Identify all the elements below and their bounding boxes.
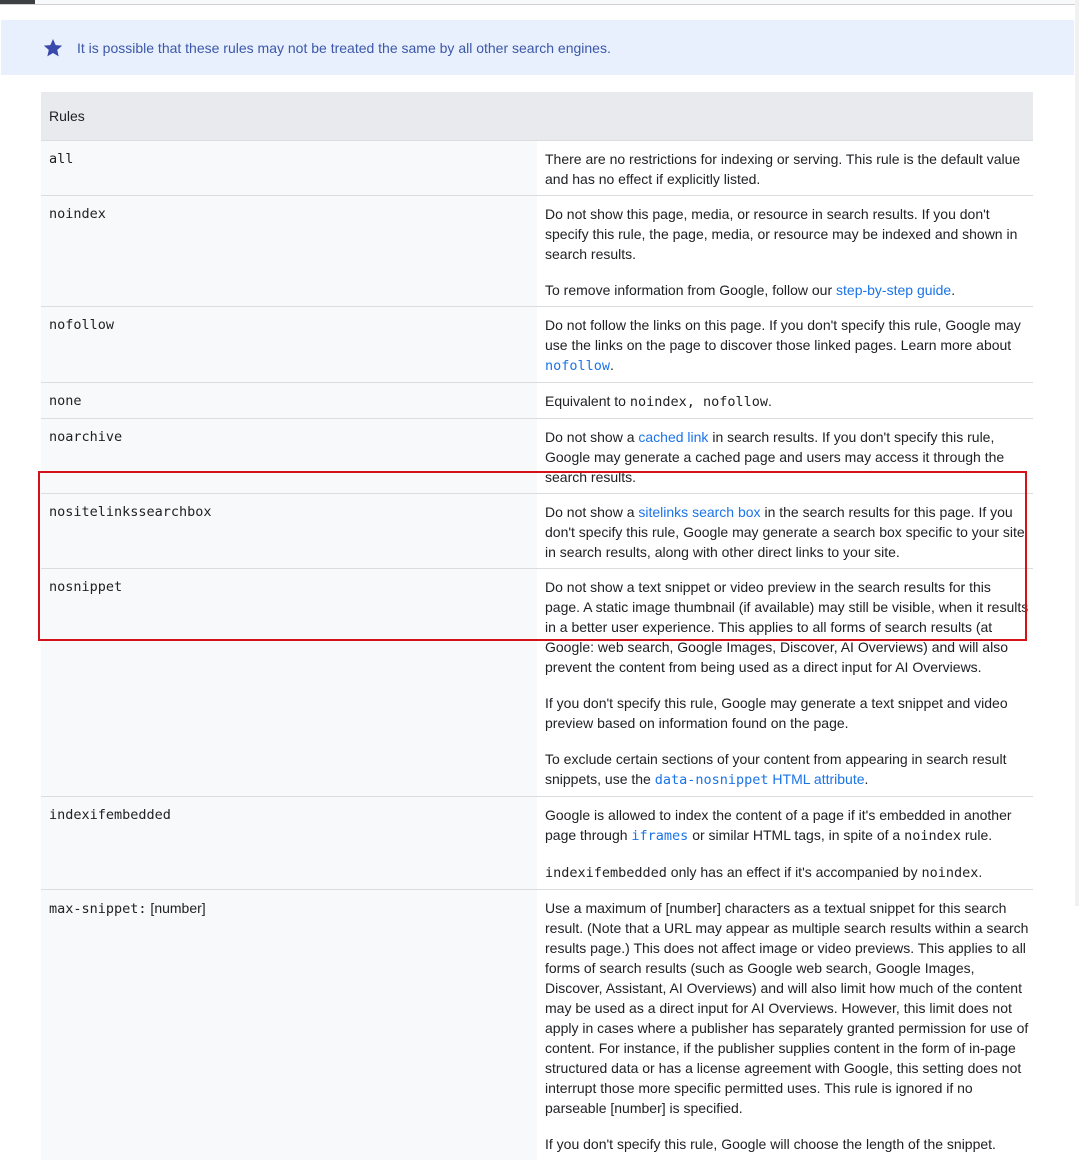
top-bar <box>0 0 1075 5</box>
table-row: nofollow Do not follow the links on this… <box>41 307 1033 383</box>
inline-code: indexifembedded <box>545 865 667 881</box>
sitelinks-search-box-link[interactable]: sitelinks search box <box>638 504 760 520</box>
table-row: noarchive Do not show a cached link in s… <box>41 419 1033 494</box>
rule-name: max-snippet: [number] <box>41 890 537 1160</box>
description-paragraph: Do not show a text snippet or video prev… <box>545 577 1029 677</box>
rule-description: Google is allowed to index the content o… <box>537 797 1033 890</box>
rule-description: Use a maximum of [number] characters as … <box>537 890 1033 1160</box>
description-paragraph: If you don't specify this rule, Google m… <box>545 693 1029 733</box>
iframes-link[interactable]: iframes <box>631 828 688 844</box>
inline-code: noindex, nofollow <box>630 394 768 410</box>
scrollbar[interactable] <box>1075 0 1079 906</box>
description-paragraph: Google is allowed to index the content o… <box>545 805 1029 846</box>
cached-link-link[interactable]: cached link <box>638 429 708 445</box>
table-row: nositelinkssearchbox Do not show a sitel… <box>41 494 1033 569</box>
table-header: Rules <box>41 92 1033 141</box>
active-tab-indicator <box>0 0 35 4</box>
rule-description: Do not show this page, media, or resourc… <box>537 196 1033 307</box>
rule-description: Do not show a text snippet or video prev… <box>537 569 1033 797</box>
rule-name: nosnippet <box>41 569 537 797</box>
rule-description: Do not follow the links on this page. If… <box>537 307 1033 383</box>
table-row: max-snippet: [number] Use a maximum of [… <box>41 890 1033 1160</box>
inline-code: noindex <box>904 828 961 844</box>
description-paragraph: Do not show this page, media, or resourc… <box>545 204 1029 264</box>
rule-name: nofollow <box>41 307 537 383</box>
rule-description: Do not show a sitelinks search box in th… <box>537 494 1033 569</box>
rule-name: all <box>41 141 537 196</box>
step-by-step-guide-link[interactable]: step-by-step guide <box>836 282 951 298</box>
nofollow-link[interactable]: nofollow <box>545 358 610 374</box>
rule-description: Do not show a cached link in search resu… <box>537 419 1033 494</box>
table-row: all There are no restrictions for indexi… <box>41 141 1033 196</box>
description-paragraph: If you don't specify this rule, Google w… <box>545 1134 1029 1154</box>
table-row: indexifembedded Google is allowed to ind… <box>41 797 1033 890</box>
description-paragraph: indexifembedded only has an effect if it… <box>545 862 1029 883</box>
rule-name: noindex <box>41 196 537 307</box>
table-row: none Equivalent to noindex, nofollow. <box>41 383 1033 419</box>
description-paragraph: To exclude certain sections of your cont… <box>545 749 1029 790</box>
notice-text: It is possible that these rules may not … <box>77 40 611 56</box>
rule-description: There are no restrictions for indexing o… <box>537 141 1033 196</box>
data-nosnippet-link[interactable]: data-nosnippet HTML attribute <box>655 771 865 787</box>
table-row: noindex Do not show this page, media, or… <box>41 196 1033 307</box>
rules-table: Rules all There are no restrictions for … <box>41 92 1033 1160</box>
star-icon <box>42 37 64 59</box>
inline-code: noindex <box>921 865 978 881</box>
description-paragraph: Use a maximum of [number] characters as … <box>545 898 1029 1118</box>
rule-name: indexifembedded <box>41 797 537 890</box>
table-row-nosnippet: nosnippet Do not show a text snippet or … <box>41 569 1033 797</box>
rule-name: none <box>41 383 537 419</box>
rule-name: nositelinkssearchbox <box>41 494 537 569</box>
rule-name: noarchive <box>41 419 537 494</box>
description-paragraph: To remove information from Google, follo… <box>545 280 1029 300</box>
rule-description: Equivalent to noindex, nofollow. <box>537 383 1033 419</box>
notice-banner: It is possible that these rules may not … <box>1 20 1074 75</box>
